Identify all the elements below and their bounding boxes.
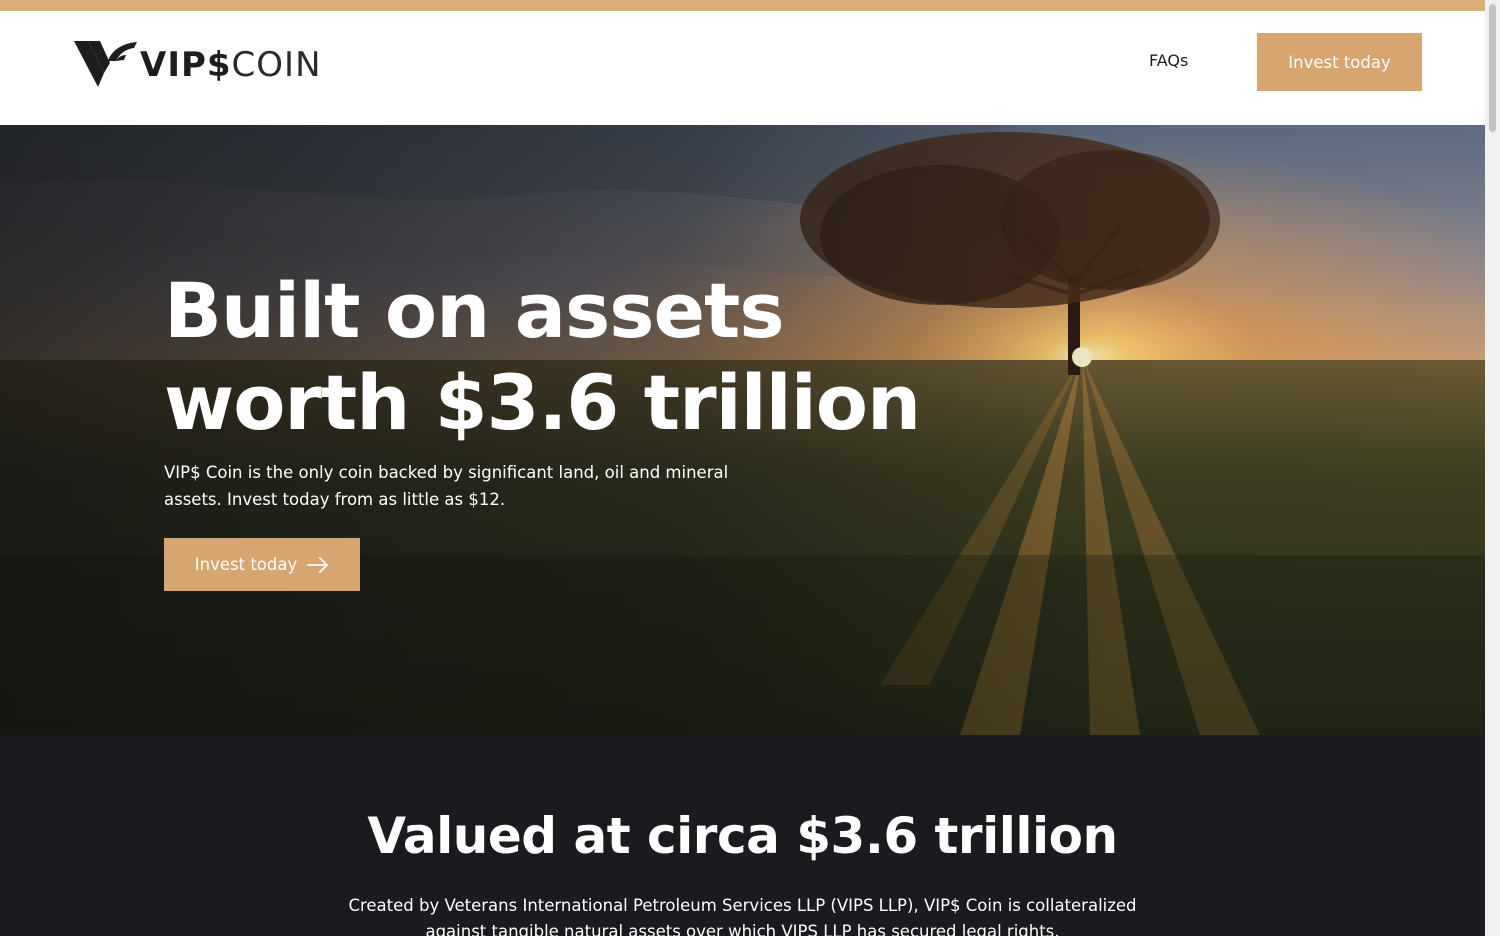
hero-title: Built on assets worth $3.6 trillion	[164, 265, 924, 449]
logo[interactable]: VIP$ COIN	[74, 39, 322, 91]
hero-invest-button[interactable]: Invest today	[164, 538, 360, 591]
page-scrollbar[interactable]	[1485, 0, 1500, 936]
page: VIP$ COIN FAQs Invest today Built on ass…	[0, 0, 1500, 936]
arrow-right-icon	[307, 556, 329, 573]
hero-title-line-1: Built on assets	[164, 266, 785, 355]
top-accent-bar	[0, 0, 1485, 11]
nav-link-faqs[interactable]: FAQs	[1149, 51, 1188, 70]
page-scrollbar-thumb[interactable]	[1489, 4, 1496, 132]
site-header: VIP$ COIN FAQs Invest today	[0, 11, 1485, 125]
hero-section: Built on assets worth $3.6 trillion VIP$…	[0, 125, 1485, 735]
valuation-body: Created by Veterans International Petrol…	[348, 896, 1137, 936]
hero-title-line-2: worth $3.6 trillion	[164, 358, 921, 447]
valuation-title: Valued at circa $3.6 trillion	[367, 807, 1118, 865]
logo-text-light: COIN	[231, 45, 322, 85]
hero-subtitle: VIP$ Coin is the only coin backed by sig…	[164, 463, 729, 509]
logo-text-strong: VIP$	[140, 45, 232, 85]
hero-invest-button-label: Invest today	[194, 555, 298, 574]
header-invest-button[interactable]: Invest today	[1257, 33, 1422, 91]
vip-logo-mark-icon	[74, 41, 137, 87]
logo-text: VIP$ COIN	[140, 45, 322, 85]
valuation-section: Valued at circa $3.6 trillion Created by…	[0, 735, 1485, 936]
